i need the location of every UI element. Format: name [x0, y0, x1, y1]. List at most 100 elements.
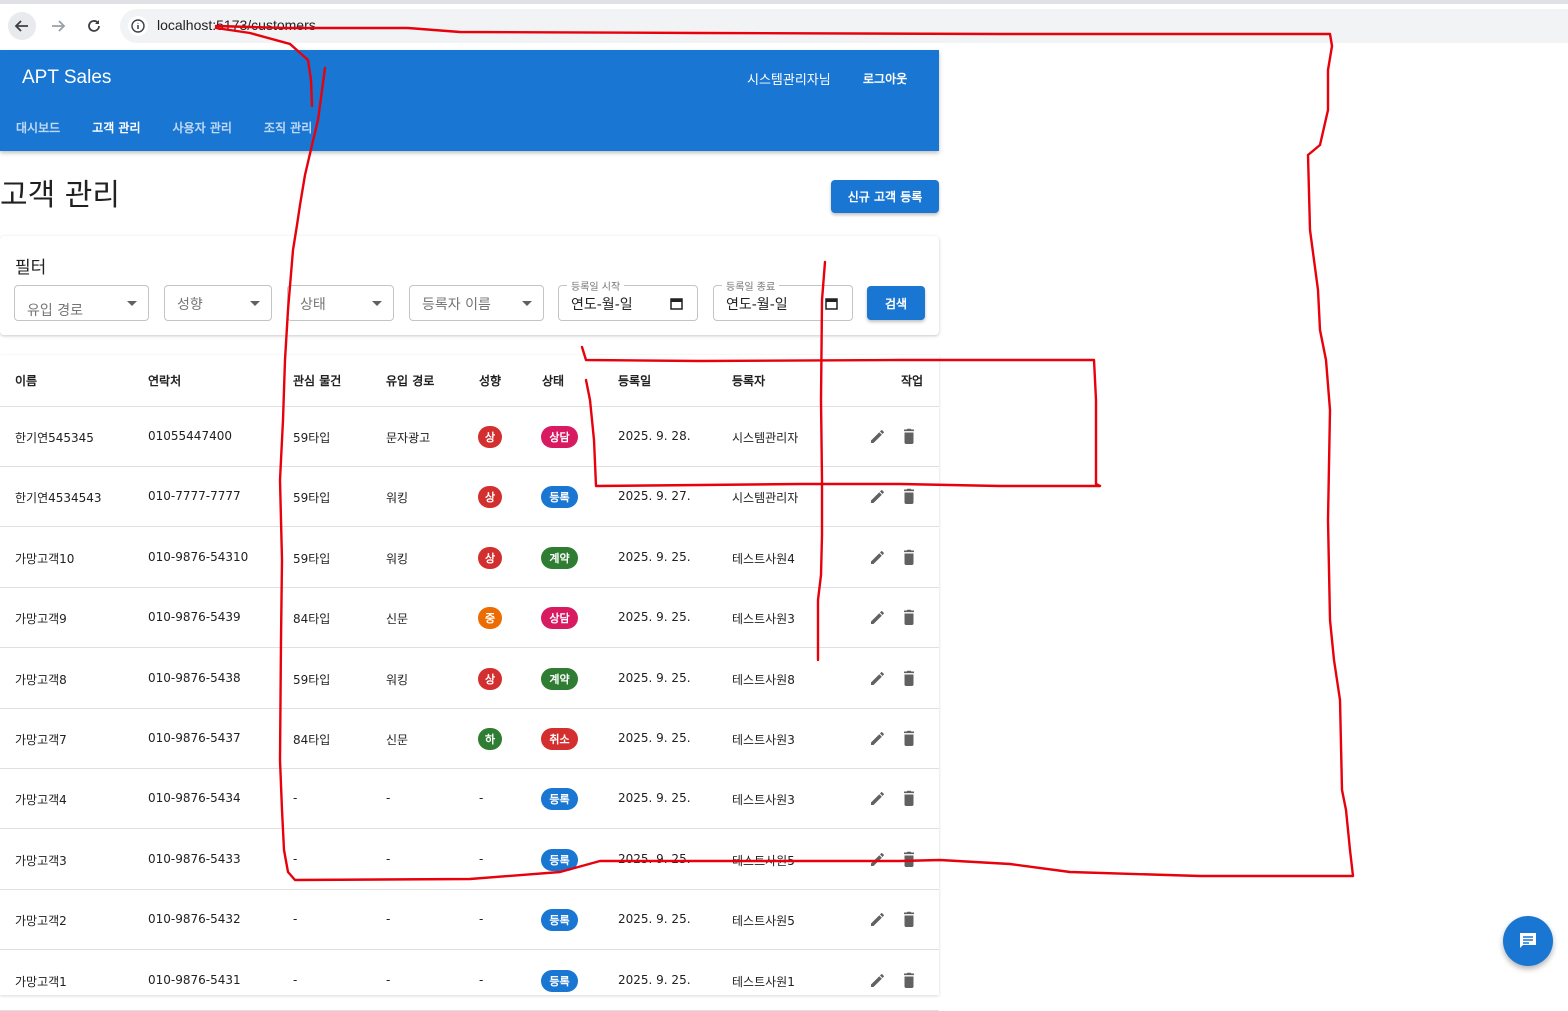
customer-phone: 010-9876-5431 — [148, 972, 241, 987]
calendar-icon[interactable] — [670, 297, 683, 310]
column-header-name[interactable]: 이름 — [15, 372, 37, 389]
delete-button[interactable] — [897, 666, 921, 690]
delete-button[interactable] — [897, 484, 921, 508]
customer-registrant: 테스트사원1 — [732, 974, 795, 989]
column-header-inflow[interactable]: 유입 경로 — [386, 372, 434, 389]
edit-button[interactable] — [866, 484, 890, 508]
calendar-icon[interactable] — [825, 297, 838, 310]
logout-button[interactable]: 로그아웃 — [856, 64, 914, 92]
status-badge: 등록 — [541, 909, 578, 932]
pencil-icon — [871, 973, 884, 987]
customer-property: - — [293, 912, 298, 927]
table-row[interactable]: 가망고객2 010-9876-5432 - - - 등록 2025. 9. 25. 테스트사원… — [0, 890, 939, 951]
column-header-status[interactable]: 상태 — [542, 372, 564, 389]
page-title: 고객 관리 — [0, 178, 120, 213]
column-header-tendency[interactable]: 성향 — [479, 372, 501, 389]
customer-date: 2025. 9. 25. — [618, 670, 691, 685]
delete-button[interactable] — [897, 786, 921, 810]
delete-button[interactable] — [897, 424, 921, 448]
edit-button[interactable] — [866, 907, 890, 931]
customer-property: 59타입 — [293, 431, 331, 445]
customer-registrant: 테스트사원8 — [732, 672, 795, 687]
customer-property: - — [293, 791, 298, 806]
edit-button[interactable] — [866, 605, 890, 629]
tendency-badge: 상 — [478, 426, 502, 448]
chat-button[interactable] — [1503, 916, 1553, 966]
tendency-badge: 하 — [478, 728, 502, 750]
edit-button[interactable] — [866, 726, 890, 750]
edit-button[interactable] — [866, 545, 890, 569]
tab-organization[interactable]: 조직 관리 — [248, 112, 328, 142]
tab-customers[interactable]: 고객 관리 — [76, 112, 156, 142]
table-row[interactable]: 가망고객3 010-9876-5433 - - - 등록 2025. 9. 25. 테스트사원… — [0, 830, 939, 890]
new-customer-button[interactable]: 신규 고객 등록 — [831, 180, 939, 213]
table-row[interactable]: 한기연545345 01055447400 59타입 문자광고 상 상담 2025. 9. … — [0, 407, 939, 467]
reload-button[interactable] — [80, 12, 108, 40]
inflow-select[interactable]: 유입 경로 — [14, 285, 149, 321]
column-header-property[interactable]: 관심 물건 — [293, 372, 341, 389]
forward-button[interactable] — [44, 12, 72, 40]
customer-date: 2025. 9. 25. — [618, 972, 691, 987]
info-icon[interactable] — [128, 16, 148, 36]
customer-property: 84타입 — [293, 733, 331, 747]
customer-inflow: - — [386, 851, 391, 866]
arrow-left-icon — [14, 20, 28, 32]
table-row[interactable]: 가망고객4 010-9876-5434 - - - 등록 2025. 9. 25. 테스트사원… — [0, 769, 939, 830]
status-badge: 상담 — [541, 426, 578, 448]
back-button[interactable] — [8, 12, 36, 40]
date-end-value[interactable]: 연도-월-일 — [726, 294, 788, 314]
column-header-registrant[interactable]: 등록자 — [732, 372, 765, 389]
tendency-badge: 상 — [478, 486, 502, 509]
customer-registrant: 테스트사원5 — [732, 914, 795, 929]
table-row[interactable]: 가망고객10 010-9876-54310 59타입 워킹 상 계약 2025. 9. 25… — [0, 528, 939, 588]
status-select[interactable]: 상태 — [287, 285, 394, 321]
table-row[interactable]: 한기연4534543 010-7777-7777 59타입 워킹 상 등록 2025. 9.… — [0, 467, 939, 528]
edit-button[interactable] — [866, 847, 890, 871]
status-select-placeholder: 상태 — [300, 297, 326, 313]
tendency-badge: 상 — [478, 667, 502, 690]
customer-date: 2025. 9. 25. — [618, 912, 691, 927]
browser-toolbar: localhost:5173/customers — [0, 0, 1568, 50]
customer-inflow: - — [386, 972, 391, 987]
status-badge: 상담 — [541, 607, 578, 630]
registrant-select[interactable]: 등록자 이름 — [409, 285, 544, 321]
customer-inflow: 워킹 — [386, 551, 409, 566]
trash-icon — [904, 911, 914, 928]
status-badge: 등록 — [541, 788, 578, 811]
edit-button[interactable] — [866, 786, 890, 810]
edit-button[interactable] — [866, 666, 890, 690]
table-row[interactable]: 가망고객1 010-9876-5431 - - - 등록 2025. 9. 25. 테스트사원… — [0, 951, 939, 1011]
date-end-field[interactable]: 등록일 종료 연도-월-일 — [713, 278, 853, 321]
column-header-phone[interactable]: 연락처 — [148, 372, 181, 389]
customer-property: 84타입 — [293, 612, 331, 627]
customers-table: 이름 연락처 관심 물건 유입 경로 성향 상태 등록일 등록자 작업 한기연5… — [0, 355, 939, 1011]
customer-property: 59타입 — [293, 551, 331, 566]
search-button[interactable]: 검색 — [867, 286, 925, 320]
trash-icon — [904, 549, 914, 565]
pencil-icon — [871, 792, 884, 806]
customer-date: 2025. 9. 25. — [618, 549, 691, 564]
trash-icon — [904, 428, 914, 444]
app-title[interactable]: APT Sales — [22, 67, 111, 89]
table-row[interactable]: 가망고객8 010-9876-5438 59타입 워킹 상 계약 2025. 9. 25. 테… — [0, 649, 939, 709]
delete-button[interactable] — [897, 605, 921, 629]
column-header-date[interactable]: 등록일 — [618, 372, 651, 389]
tab-users[interactable]: 사용자 관리 — [157, 112, 248, 142]
tab-strip — [0, 0, 1568, 4]
tendency-select[interactable]: 성향 — [164, 285, 272, 321]
table-row[interactable]: 가망고객9 010-9876-5439 84타입 신문 중 상담 2025. 9. 25. 테… — [0, 588, 939, 649]
table-row[interactable]: 가망고객7 010-9876-5437 84타입 신문 하 취소 2025. 9. 25. 테… — [0, 709, 939, 769]
edit-button[interactable] — [866, 424, 890, 448]
registrant-select-placeholder: 등록자 이름 — [422, 297, 491, 313]
date-start-field[interactable]: 등록일 시작 연도-월-일 — [558, 278, 698, 321]
address-bar[interactable]: localhost:5173/customers — [120, 9, 1568, 43]
pencil-icon — [871, 671, 884, 685]
url-text[interactable]: localhost:5173/customers — [157, 17, 316, 33]
date-start-value[interactable]: 연도-월-일 — [571, 294, 633, 314]
delete-button[interactable] — [897, 847, 921, 871]
trash-icon — [904, 730, 914, 746]
delete-button[interactable] — [897, 545, 921, 569]
delete-button[interactable] — [897, 907, 921, 931]
tab-dashboard[interactable]: 대시보드 — [0, 112, 76, 142]
delete-button[interactable] — [897, 726, 921, 750]
